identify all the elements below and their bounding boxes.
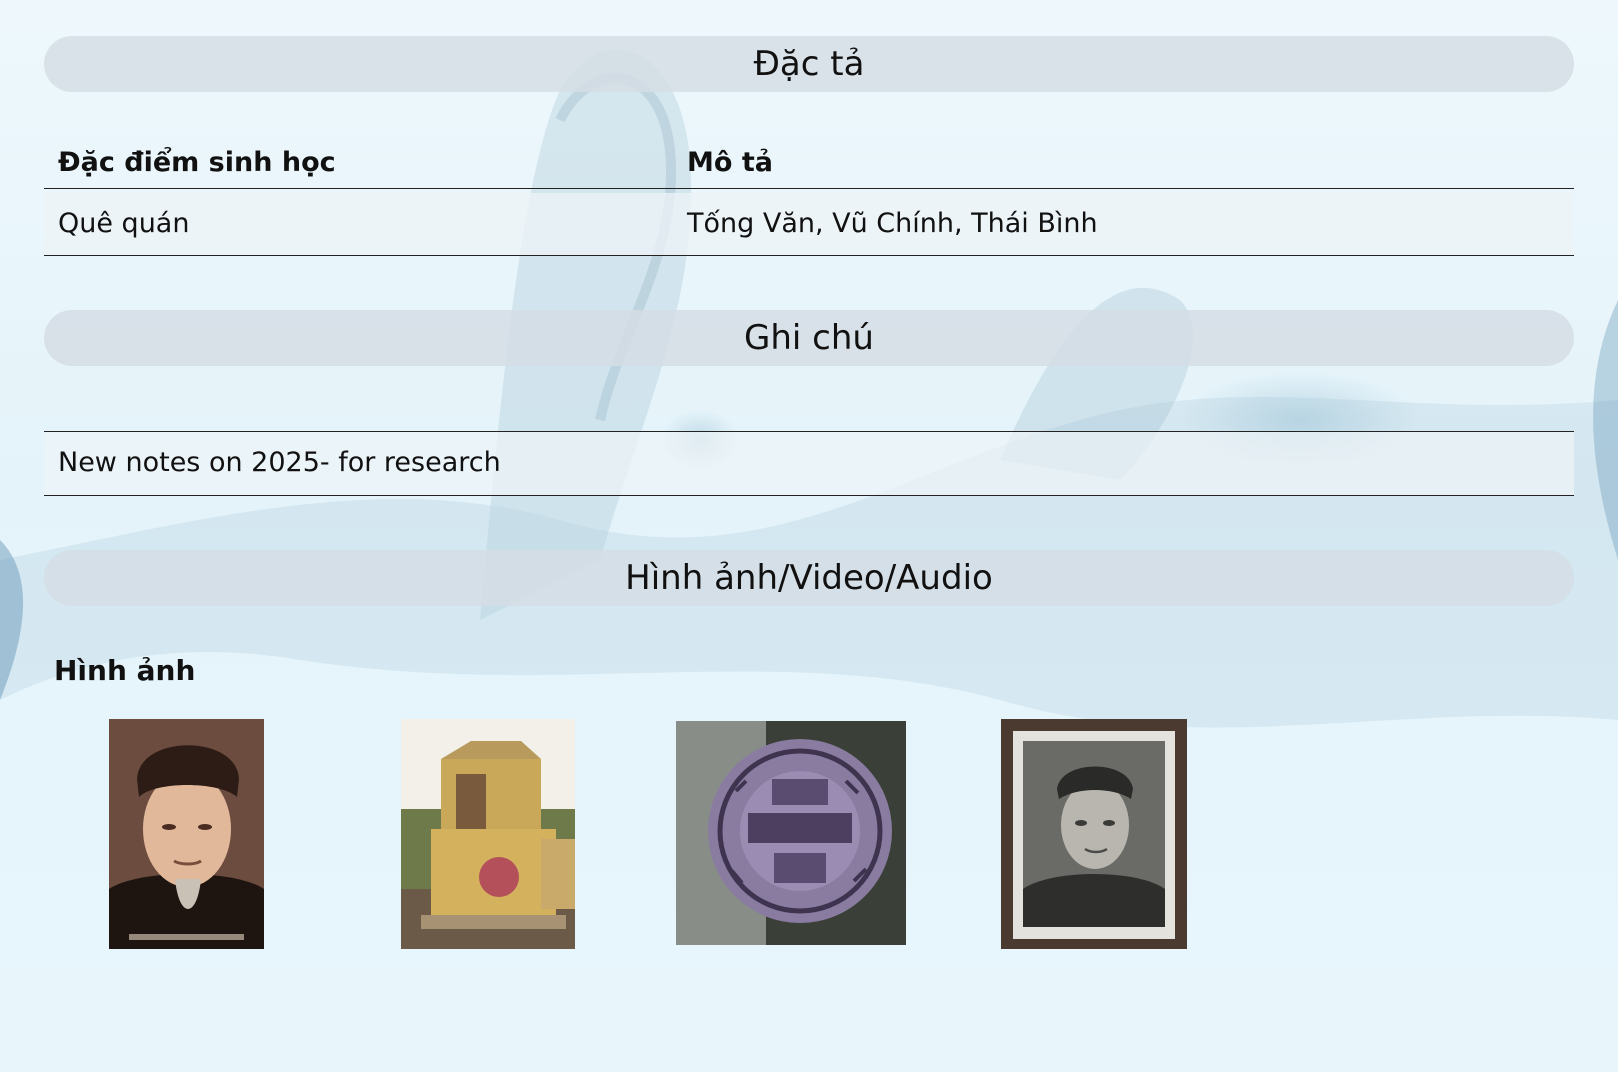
image-thumbnail-seal[interactable] (676, 721, 906, 945)
note-text: New notes on 2025- for research (58, 447, 501, 478)
bw-portrait-photo-icon (1001, 719, 1187, 949)
cell-feature: Quê quán (58, 208, 190, 239)
table-row: Quê quán Tống Văn, Vũ Chính, Thái Bình (44, 193, 1574, 256)
spec-table-header-row: Đặc điểm sinh học Mô tả (44, 132, 1574, 189)
images-heading: Hình ảnh (54, 654, 196, 687)
media-section-title: Hình ảnh/Video/Audio (625, 558, 993, 598)
column-header-description: Mô tả (687, 147, 773, 178)
image-thumbnail-bw-portrait[interactable] (1001, 719, 1187, 949)
cell-description: Tống Văn, Vũ Chính, Thái Bình (687, 208, 1098, 239)
tomb-photo-icon (401, 719, 575, 949)
image-thumbnail-tomb[interactable] (401, 719, 575, 949)
spec-section-title: Đặc tả (753, 44, 865, 84)
notes-section-title: Ghi chú (744, 318, 874, 358)
portrait-photo-icon (109, 719, 264, 949)
column-header-feature: Đặc điểm sinh học (58, 147, 336, 178)
spec-section-header: Đặc tả (44, 36, 1574, 92)
note-row: New notes on 2025- for research (44, 431, 1574, 496)
media-section-header: Hình ảnh/Video/Audio (44, 550, 1574, 606)
notes-section-header: Ghi chú (44, 310, 1574, 366)
image-thumbnail-portrait[interactable] (109, 719, 264, 949)
seal-photo-icon (676, 721, 906, 945)
